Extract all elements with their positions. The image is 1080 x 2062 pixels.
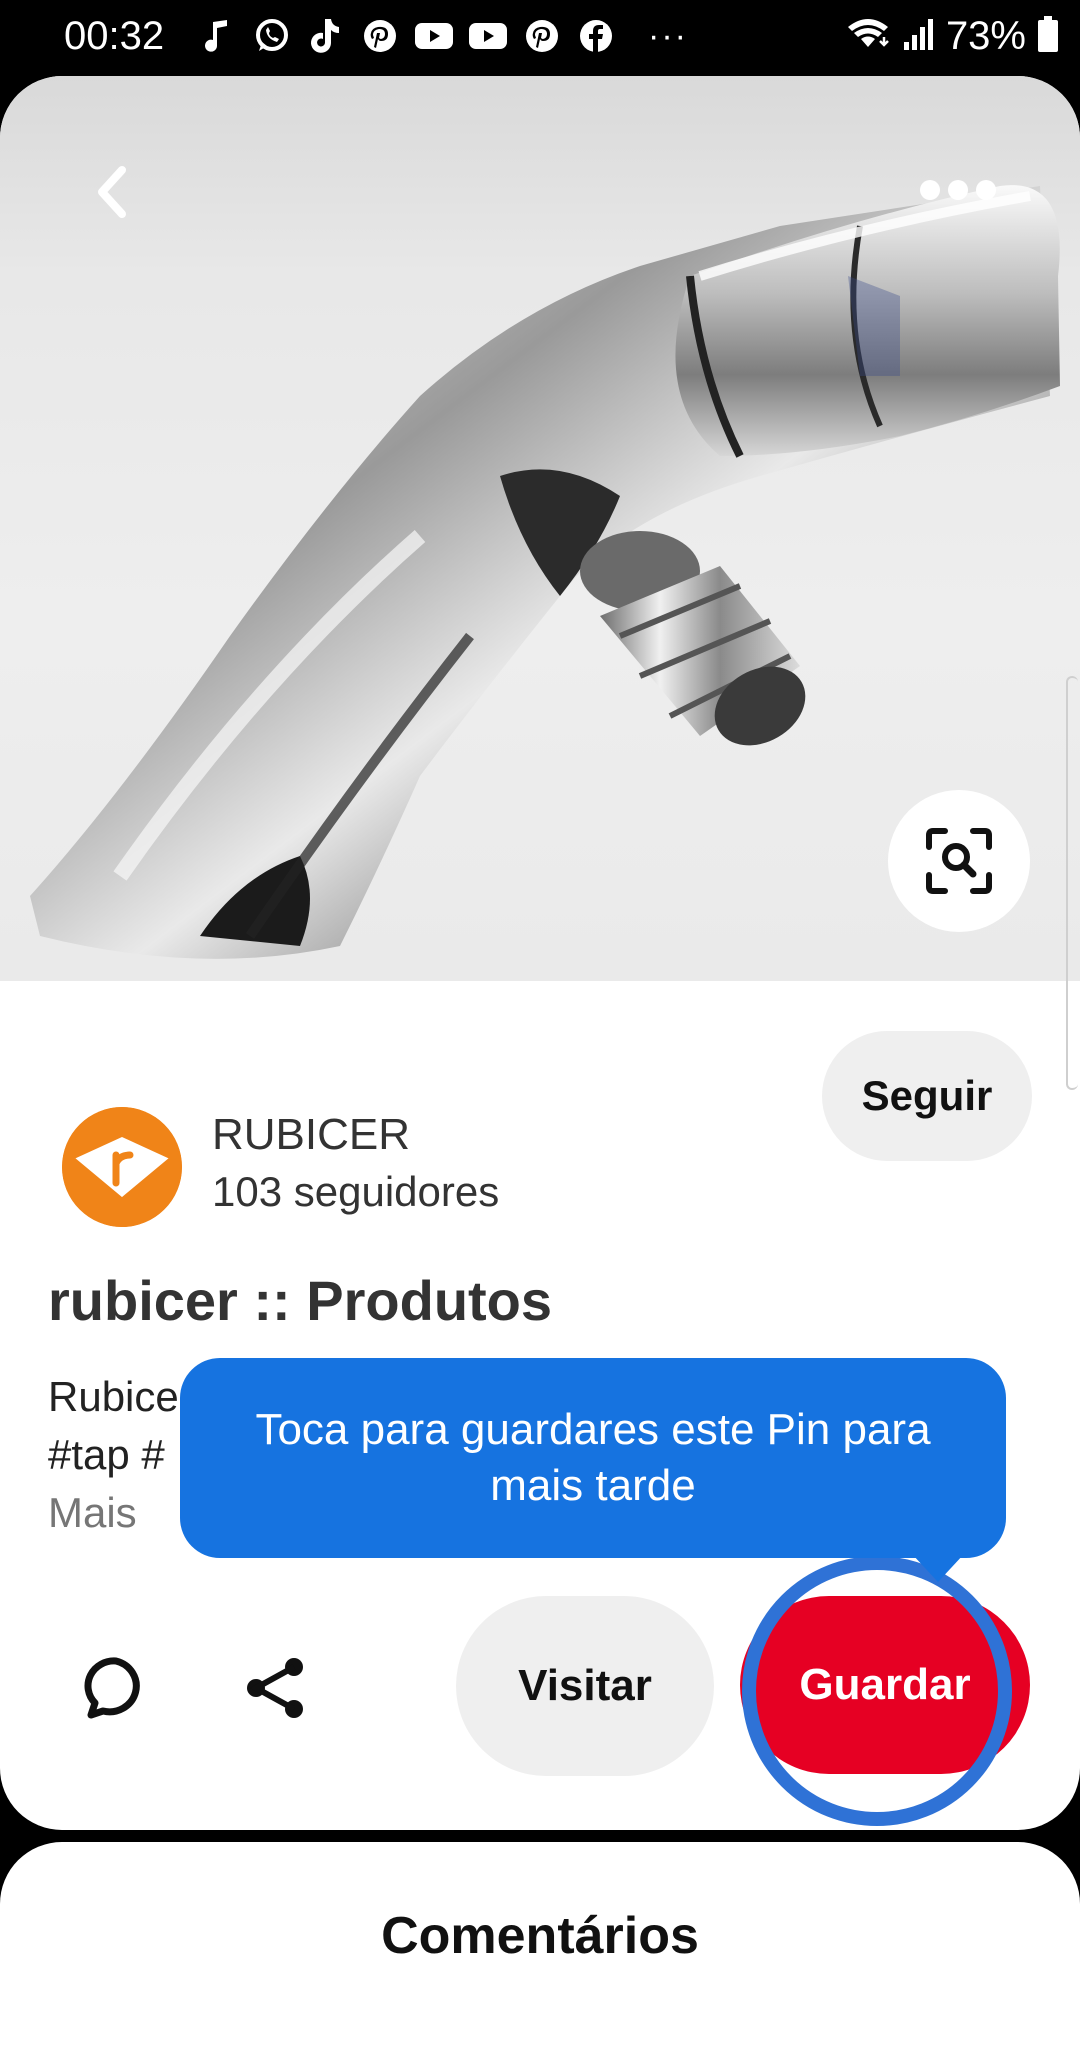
visual-search-icon	[926, 828, 992, 894]
save-highlight-ring	[742, 1556, 1012, 1826]
status-time: 00:32	[64, 14, 165, 58]
pinterest-icon	[522, 16, 562, 56]
pinterest-icon	[360, 16, 400, 56]
wifi-icon	[844, 15, 892, 58]
back-button[interactable]	[80, 160, 144, 224]
scroll-indicator[interactable]	[1066, 676, 1078, 1090]
creator-name[interactable]: RUBICER	[212, 1109, 410, 1161]
more-options-button[interactable]	[908, 168, 1008, 212]
creator-avatar[interactable]	[62, 1107, 182, 1227]
whatsapp-icon	[252, 16, 292, 56]
save-tooltip[interactable]: Toca para guardares este Pin para mais t…	[180, 1358, 1006, 1558]
more-horizontal-icon	[920, 180, 996, 200]
facebook-icon	[576, 16, 616, 56]
youtube-icon	[414, 16, 454, 56]
rubicer-logo-icon	[62, 1107, 182, 1227]
tiktok-icon	[306, 16, 346, 56]
visual-search-button[interactable]	[888, 790, 1030, 932]
comments-heading: Comentários	[381, 1907, 699, 1965]
more-notifications-icon: ···	[648, 17, 688, 55]
status-bar: 00:32 ··· 73%	[0, 0, 1080, 72]
creator-followers: 103 seguidores	[212, 1168, 500, 1215]
comment-button[interactable]	[80, 1652, 152, 1724]
follow-button[interactable]: Seguir	[822, 1031, 1032, 1161]
comment-icon	[84, 1657, 140, 1719]
pin-image[interactable]	[0, 76, 1080, 981]
system-status: 73%	[844, 12, 1060, 60]
share-icon	[247, 1658, 303, 1718]
pin-card: RUBICER 103 seguidores Seguir rubicer ::…	[0, 76, 1080, 1830]
pin-title: rubicer :: Produtos	[48, 1269, 553, 1332]
notification-icons: ···	[198, 14, 688, 58]
signal-icon	[902, 16, 936, 57]
comments-section: Comentários	[0, 1842, 1080, 2062]
share-button[interactable]	[240, 1652, 312, 1724]
battery-icon	[1036, 14, 1060, 59]
youtube-icon	[468, 16, 508, 56]
chevron-left-icon	[98, 166, 126, 218]
visit-button[interactable]: Visitar	[456, 1596, 714, 1776]
tooltip-arrow	[912, 1554, 964, 1582]
battery-percentage: 73%	[945, 14, 1026, 58]
music-note-icon	[198, 16, 238, 56]
